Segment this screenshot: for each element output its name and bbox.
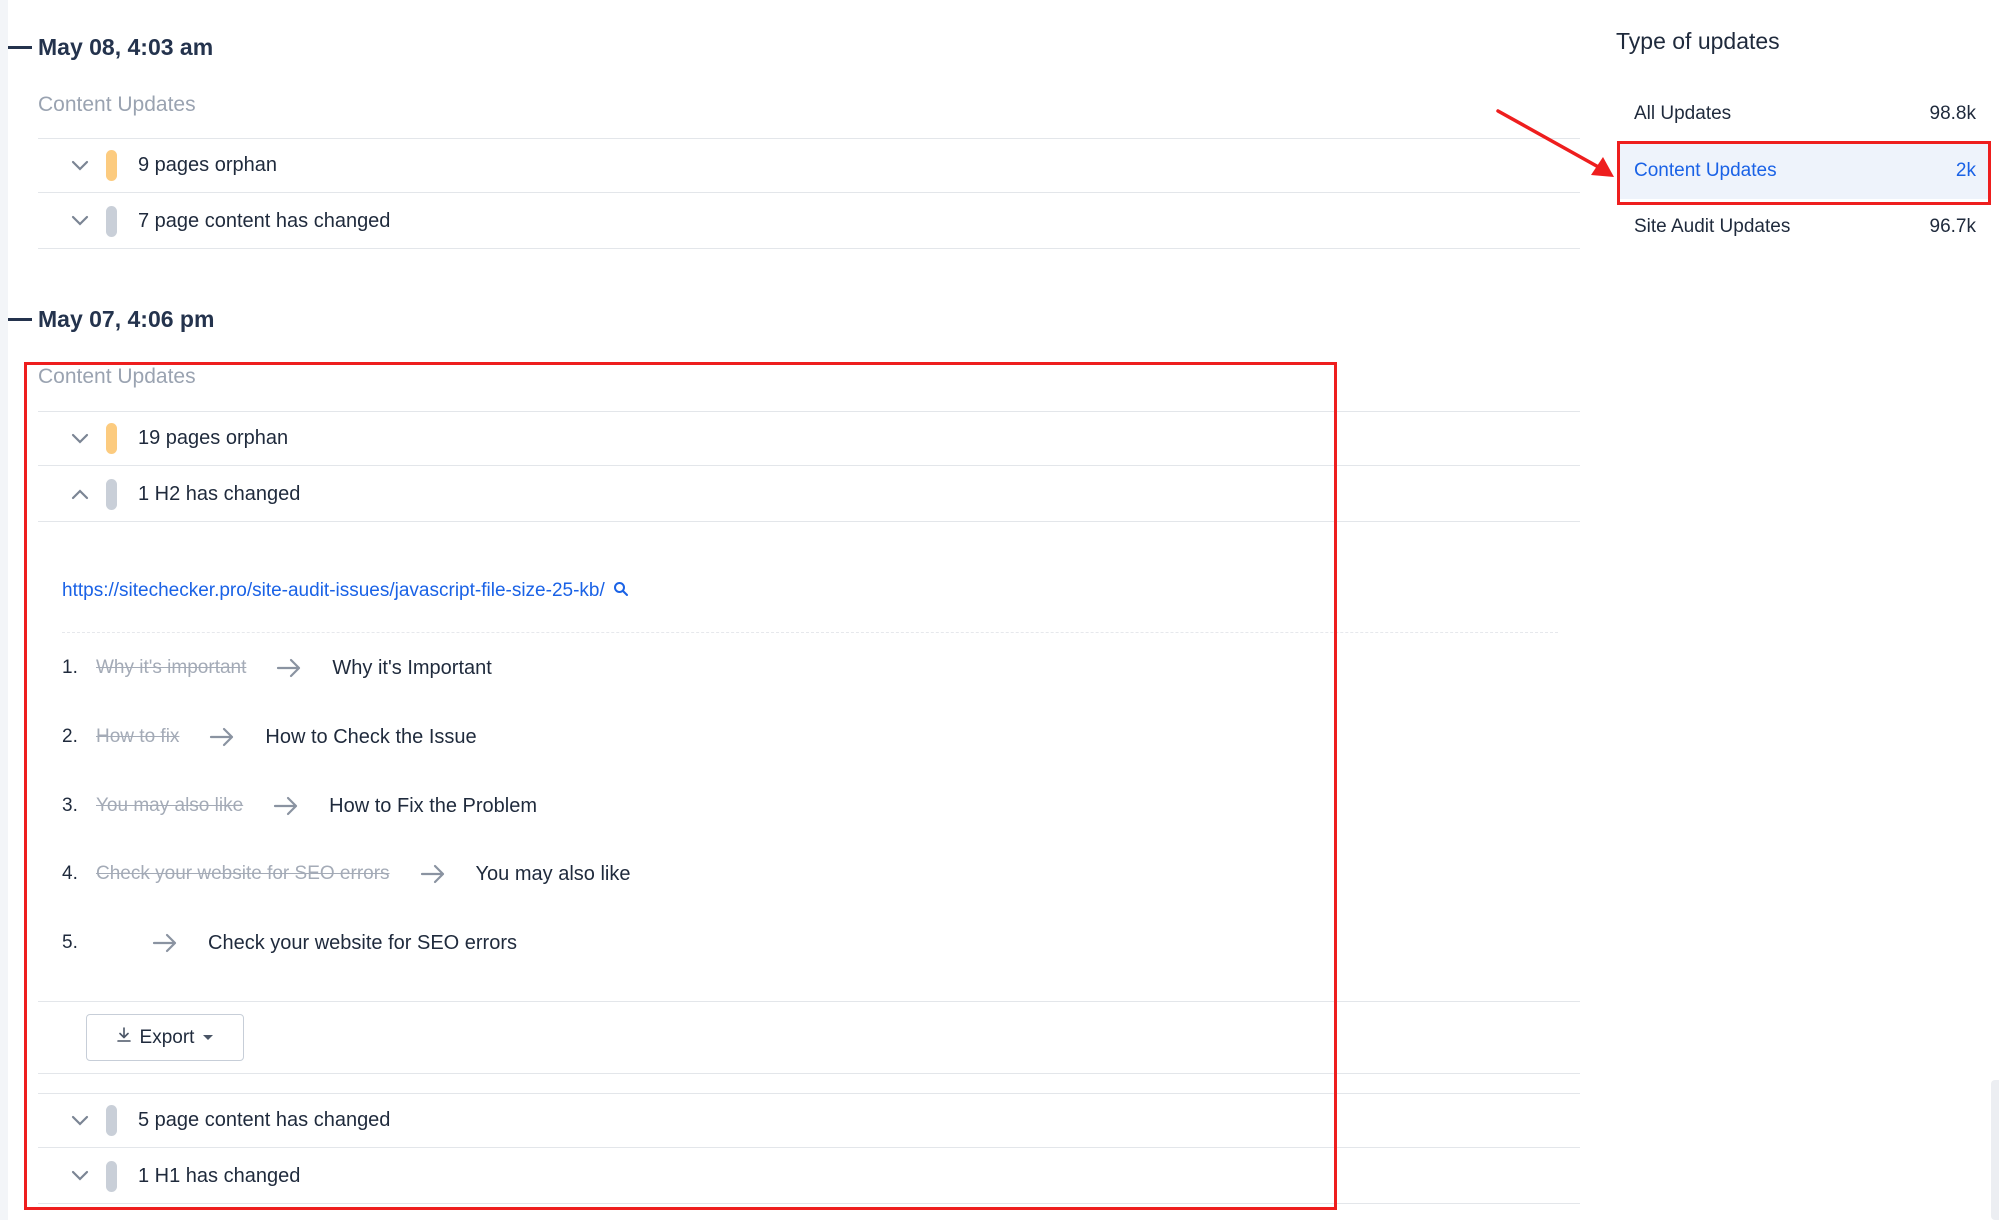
minus-dash-icon <box>8 317 32 321</box>
scrollbar[interactable] <box>1991 1080 1999 1220</box>
date-group-title: May 07, 4:06 pm <box>38 305 215 332</box>
status-pill <box>106 205 117 237</box>
update-row-label: 7 page content has changed <box>138 209 391 232</box>
sidebar-item-count: 98.8k <box>1929 103 1976 124</box>
annotation-highlight-box <box>1617 141 1991 205</box>
status-pill <box>106 150 117 181</box>
sidebar-item-count: 96.7k <box>1929 216 1976 237</box>
sidebar-item-label: All Updates <box>1634 103 1732 124</box>
sidebar-item-all-updates[interactable]: All Updates 98.8k <box>1620 86 1990 142</box>
chevron-down-icon[interactable] <box>58 160 102 172</box>
update-row-label: 9 pages orphan <box>138 154 278 176</box>
sidebar-item-site-audit-updates[interactable]: Site Audit Updates 96.7k <box>1620 199 1990 255</box>
update-row[interactable]: 7 page content has changed <box>38 194 1580 249</box>
sidebar-item-label: Site Audit Updates <box>1634 216 1791 237</box>
chevron-down-icon[interactable] <box>58 215 102 227</box>
annotation-arrow-icon <box>1496 109 1614 177</box>
minus-dash-icon <box>8 45 32 49</box>
updates-timeline: May 08, 4:03 am Content Updates 9 pages … <box>0 0 1600 1220</box>
date-group-header[interactable]: May 07, 4:06 pm <box>8 301 214 337</box>
annotation-highlight-box <box>24 362 1337 1210</box>
category-label: Content Updates <box>38 93 196 116</box>
update-type-sidebar: Type of updates All Updates 98.8k Conten… <box>1600 0 1999 1220</box>
update-row[interactable]: 9 pages orphan <box>38 138 1580 193</box>
date-group-title: May 08, 4:03 am <box>38 33 214 60</box>
sidebar-title: Type of updates <box>1616 28 1780 54</box>
left-edge-panel <box>0 0 8 1220</box>
date-group-header[interactable]: May 08, 4:03 am <box>8 29 213 65</box>
